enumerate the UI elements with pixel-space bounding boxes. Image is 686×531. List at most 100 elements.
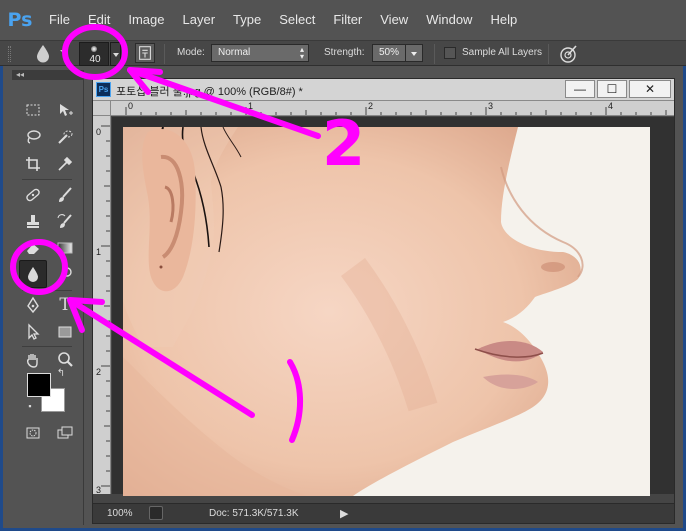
eraser-icon <box>27 244 39 254</box>
rectangle-tool[interactable] <box>52 320 78 344</box>
menu-layer[interactable]: Layer <box>174 0 225 40</box>
hand-tool[interactable] <box>20 348 46 372</box>
doc-size: Doc: 571.3K/571.3K <box>209 508 299 519</box>
zoom-level[interactable]: 100% <box>107 508 133 519</box>
blur-drop-icon <box>37 45 49 63</box>
toolbar-header[interactable]: ◂◂ <box>12 70 84 80</box>
close-button[interactable]: ✕ <box>629 80 671 98</box>
options-bar: 40 Mode: Normal ▴ ▾ Strength: 50% Sample … <box>0 40 686 66</box>
eyedropper-tool[interactable] <box>52 152 78 176</box>
brush-icon <box>59 187 72 202</box>
status-bar: 100% Doc: 571.3K/571.3K ▶ <box>93 503 674 523</box>
quick-mask-tool[interactable] <box>20 421 46 445</box>
maximize-button[interactable]: ☐ <box>597 80 627 98</box>
path-selection-icon <box>28 323 40 340</box>
options-bar-grip[interactable] <box>8 46 11 62</box>
strength-input[interactable]: 50% <box>372 44 406 62</box>
gradient-icon <box>57 242 73 254</box>
marquee-tool[interactable] <box>20 98 46 122</box>
photo-canvas[interactable] <box>123 127 650 496</box>
ruler-origin[interactable] <box>93 101 111 116</box>
options-separator <box>434 44 435 64</box>
ruler-label: 2 <box>96 367 102 377</box>
status-menu-icon[interactable] <box>149 506 163 520</box>
foreground-color-swatch[interactable] <box>27 373 51 397</box>
menu-file[interactable]: File <box>40 0 79 40</box>
document-window: Ps 포토샵 블러 툴.jpg @ 100% (RGB/8#) * — ☐ ✕ … <box>92 78 675 524</box>
document-title: 포토샵 블러 툴.jpg @ 100% (RGB/8#) * <box>116 86 303 98</box>
pressure-icon[interactable] <box>557 43 579 65</box>
lasso-tool[interactable] <box>20 125 46 149</box>
ruler-label: 0 <box>128 101 134 111</box>
vertical-ruler[interactable]: 0 1 2 3 <box>93 116 111 494</box>
brush-size: 40 <box>89 54 101 65</box>
dodge-tool[interactable] <box>52 263 78 287</box>
horizontal-ruler[interactable]: 0 1 2 3 4 <box>111 101 674 116</box>
menu-view[interactable]: View <box>371 0 417 40</box>
tool-divider <box>22 346 72 347</box>
eraser-tool[interactable] <box>20 236 46 260</box>
blur-tool[interactable] <box>19 260 47 288</box>
type-tool[interactable]: T <box>52 293 78 317</box>
history-brush-icon <box>57 214 72 228</box>
ruler-label: 1 <box>248 101 254 111</box>
menu-window[interactable]: Window <box>417 0 481 40</box>
rectangle-icon <box>58 326 72 338</box>
menu-image[interactable]: Image <box>119 0 173 40</box>
ruler-label: 4 <box>608 101 614 111</box>
clone-stamp-tool[interactable] <box>20 210 46 234</box>
options-separator <box>164 44 165 64</box>
tool-divider <box>22 290 72 291</box>
marquee-icon <box>26 104 40 116</box>
quick-selection-icon <box>58 130 73 144</box>
minimize-button[interactable]: — <box>565 80 595 98</box>
history-brush-tool[interactable] <box>52 210 78 234</box>
move-icon <box>60 104 73 116</box>
options-separator <box>548 44 549 64</box>
crop-tool[interactable] <box>20 152 46 176</box>
document-tab[interactable]: Ps 포토샵 블러 툴.jpg @ 100% (RGB/8#) * — ☐ ✕ <box>93 79 674 101</box>
hand-icon <box>26 354 38 368</box>
ruler-label: 1 <box>96 247 102 257</box>
pen-icon <box>27 296 39 314</box>
crop-icon <box>26 157 40 171</box>
stamp-icon <box>27 215 39 228</box>
gradient-tool[interactable] <box>52 236 78 260</box>
pen-tool[interactable] <box>20 293 46 317</box>
tool-preset-picker[interactable] <box>34 43 52 63</box>
dodge-icon <box>58 267 72 282</box>
bandage-icon <box>26 188 40 202</box>
menu-edit[interactable]: Edit <box>79 0 119 40</box>
quick-mask-icon <box>26 427 40 439</box>
mode-select[interactable]: Normal ▴ ▾ <box>211 44 309 62</box>
menu-select[interactable]: Select <box>270 0 324 40</box>
brush-panel-toggle[interactable] <box>135 43 155 63</box>
menu-type[interactable]: Type <box>224 0 270 40</box>
swap-colors-icon[interactable]: ↰ <box>54 366 68 380</box>
quick-selection-tool[interactable] <box>52 125 78 149</box>
type-icon: T <box>59 295 71 315</box>
brush-picker-caret[interactable] <box>110 42 121 66</box>
mode-label: Mode: <box>177 47 205 58</box>
tool-preset-caret-icon[interactable] <box>60 50 68 54</box>
menu-help[interactable]: Help <box>481 0 526 40</box>
move-tool[interactable] <box>52 98 78 122</box>
sample-all-layers-checkbox[interactable] <box>444 47 456 59</box>
document-ps-icon: Ps <box>96 82 111 97</box>
canvas-area[interactable] <box>112 117 674 496</box>
default-colors-icon[interactable]: ▪ <box>24 400 36 412</box>
status-expand-icon[interactable]: ▶ <box>340 507 348 520</box>
strength-slider-caret[interactable] <box>405 44 423 62</box>
face-photo <box>123 127 650 496</box>
screen-mode-tool[interactable] <box>52 421 78 445</box>
brush-panel-icon <box>139 46 151 60</box>
blur-drop-icon <box>28 267 38 282</box>
brush-tool[interactable] <box>52 183 78 207</box>
sample-all-layers-label: Sample All Layers <box>462 47 543 58</box>
path-selection-tool[interactable] <box>20 320 46 344</box>
lasso-icon <box>27 130 41 144</box>
menu-filter[interactable]: Filter <box>324 0 371 40</box>
spot-healing-tool[interactable] <box>20 183 46 207</box>
brush-preset-picker[interactable]: 40 <box>79 42 109 66</box>
brush-tip-icon <box>91 46 97 52</box>
